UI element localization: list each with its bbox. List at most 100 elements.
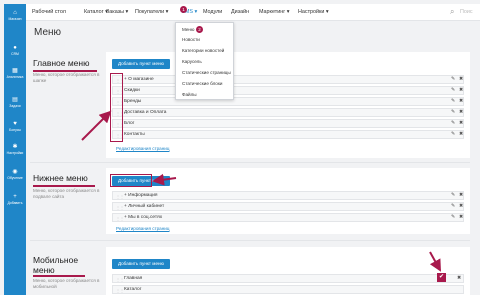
drag-handle-icon[interactable]: ⋮⋮ [116, 288, 124, 293]
sidebar-item-tasks[interactable]: ▤ Задачи [4, 97, 26, 108]
drag-handle-icon[interactable]: ⋮⋮ [116, 205, 124, 210]
menu-row[interactable]: ⋮⋮ Контакты ✎ ✖ [112, 130, 464, 139]
menu-row[interactable]: ⋮⋮ Скидки ✎ ✖ [112, 86, 464, 95]
nav-settings[interactable]: Настройки ▾ [298, 9, 329, 15]
page-title: Меню [34, 27, 62, 38]
section-title-main-menu: Главное меню [33, 58, 90, 68]
menu-row[interactable]: ⋮⋮ + О магазине ✎ ✖ [112, 75, 464, 84]
sidebar-item-shop[interactable]: ⌂ Магазин [4, 10, 26, 21]
menu-row-label: + Информация [124, 193, 158, 198]
sidebar-item-label: CRM [11, 52, 19, 56]
sidebar-item-label: Добавить [7, 201, 23, 205]
sidebar-item-crm[interactable]: ● CRM [4, 45, 26, 56]
dropdown-item-files[interactable]: Файлы [182, 92, 197, 97]
edit-icon[interactable]: ✎ [451, 88, 455, 93]
dropdown-item-carousel[interactable]: Карусель [182, 59, 202, 64]
edit-icon[interactable]: ✎ [451, 215, 455, 220]
edit-icon[interactable]: ✎ [451, 99, 455, 104]
sidebar-item-label: Бонусы [9, 128, 21, 132]
section-desc: Меню, которое отображается в шапке [33, 72, 100, 83]
row-actions: ✖ [453, 276, 461, 281]
edit-pages-link[interactable]: Редактирования страниц [116, 226, 169, 231]
row-actions: ✎ ✖ [447, 215, 463, 220]
add-icon: + [13, 194, 17, 200]
edit-icon[interactable]: ✎ [451, 132, 455, 137]
section-desc: Меню, которое отображается в подвале сай… [33, 188, 100, 199]
sidebar: ⌂ Магазин ● CRM ▦ Аналитика ▤ Задачи ♥ Б… [4, 4, 26, 295]
nav-modules[interactable]: Модули [203, 9, 222, 15]
edit-icon[interactable]: ✎ [451, 110, 455, 115]
sidebar-item-add[interactable]: + Добавить [4, 194, 26, 205]
top-navigation: Рабочий стол Каталог ▾ Заказы ▾ Покупате… [26, 4, 480, 21]
mobile-menu-panel: Добавить пункт меню ⋮⋮ Главная ✖ ⋮⋮ Ката… [106, 247, 470, 295]
delete-icon[interactable]: ✖ [457, 276, 461, 281]
delete-icon[interactable]: ✖ [459, 121, 463, 126]
dropdown-item-news[interactable]: Новости [182, 37, 200, 42]
edit-icon[interactable]: ✎ [451, 77, 455, 82]
sidebar-item-label: Аналитика [6, 75, 24, 79]
edit-icon[interactable]: ✎ [451, 204, 455, 209]
menu-row[interactable]: ⋮⋮ + Личный кабинет ✎ ✖ [112, 202, 464, 211]
nav-marketing[interactable]: Маркетинг ▾ [259, 9, 289, 15]
menu-row-label: Доставка и Оплата [124, 110, 167, 115]
row-actions: ✎ ✖ [447, 88, 463, 93]
menu-row[interactable]: ⋮⋮ Бренды ✎ ✖ [112, 97, 464, 106]
menu-row-label: Главная [124, 276, 143, 281]
menu-row[interactable]: ⋮⋮ + Мы в соц.сетях ✎ ✖ [112, 213, 464, 222]
menu-row-label: Каталог [124, 287, 142, 292]
annotation-highlight [110, 174, 152, 187]
dropdown-item-static-blocks[interactable]: Статические блоки [182, 81, 222, 86]
annotation-highlight [110, 73, 123, 142]
delete-icon[interactable]: ✖ [459, 77, 463, 82]
add-menu-item-button[interactable]: Добавить пункт меню [112, 259, 170, 269]
app-window: ⌂ Магазин ● CRM ▦ Аналитика ▤ Задачи ♥ Б… [0, 0, 480, 295]
drag-handle-icon[interactable]: ⋮⋮ [116, 216, 124, 221]
bonus-icon: ♥ [13, 121, 17, 127]
section-desc: Меню, которое отображается в мобильной [33, 278, 100, 289]
nav-dashboard[interactable]: Рабочий стол [32, 9, 66, 15]
dropdown-item-static-pages[interactable]: Статические страницы [182, 70, 231, 75]
edit-pages-link[interactable]: Редактирования страниц [116, 146, 169, 151]
nav-orders[interactable]: Заказы ▾ [106, 9, 128, 15]
menu-row[interactable]: ⋮⋮ Каталог [112, 285, 464, 294]
dropdown-item-news-categories[interactable]: Категории новостей [182, 48, 224, 53]
nav-customers[interactable]: Покупатели ▾ [135, 9, 168, 15]
edit-checkbox-icon[interactable]: ✔ [437, 273, 446, 282]
edit-icon[interactable]: ✎ [451, 121, 455, 126]
delete-icon[interactable]: ✖ [459, 99, 463, 104]
delete-icon[interactable]: ✖ [459, 215, 463, 220]
edit-icon[interactable]: ✎ [451, 193, 455, 198]
menu-row[interactable]: ⋮⋮ Блог ✎ ✖ [112, 119, 464, 128]
menu-row-label: + Мы в соц.сетях [124, 215, 163, 220]
nav-design[interactable]: Дизайн [231, 9, 249, 15]
section-title-footer-menu: Нижнее меню [33, 173, 88, 183]
delete-icon[interactable]: ✖ [459, 193, 463, 198]
sidebar-item-bonus[interactable]: ♥ Бонусы [4, 121, 26, 132]
learning-icon: ◉ [12, 169, 18, 175]
menu-row[interactable]: ⋮⋮ + Информация ✎ ✖ [112, 191, 464, 200]
sidebar-item-label: Магазин [8, 17, 22, 21]
menu-row-label: Бренды [124, 99, 142, 104]
search-input[interactable]: Поис [460, 9, 473, 15]
menu-row[interactable]: ⋮⋮ Доставка и Оплата ✎ ✖ [112, 108, 464, 117]
nav-catalog[interactable]: Каталог ▾ [84, 9, 108, 15]
delete-icon[interactable]: ✖ [459, 132, 463, 137]
sidebar-item-learning[interactable]: ◉ Обучение [4, 169, 26, 180]
delete-icon[interactable]: ✖ [459, 110, 463, 115]
search-icon[interactable]: ⌕ [450, 7, 454, 17]
delete-icon[interactable]: ✖ [459, 88, 463, 93]
row-actions: ✎ ✖ [447, 132, 463, 137]
sidebar-item-settings[interactable]: ✱ Настройки [4, 144, 26, 155]
drag-handle-icon[interactable]: ⋮⋮ [116, 194, 124, 199]
drag-handle-icon[interactable]: ⋮⋮ [116, 277, 124, 282]
delete-icon[interactable]: ✖ [459, 204, 463, 209]
chart-icon: ▦ [12, 68, 18, 74]
menu-row[interactable]: ⋮⋮ Главная ✖ [112, 274, 464, 283]
section-title-mobile-menu: Мобильное меню [33, 255, 79, 275]
sidebar-item-label: Задачи [9, 104, 21, 108]
sidebar-item-analytics[interactable]: ▦ Аналитика [4, 68, 26, 79]
shop-icon: ⌂ [13, 10, 17, 16]
add-menu-item-button[interactable]: Добавить пункт меню [112, 59, 170, 69]
menu-row-label: Блог [124, 121, 135, 126]
dropdown-item-menu[interactable]: Меню [182, 27, 194, 32]
